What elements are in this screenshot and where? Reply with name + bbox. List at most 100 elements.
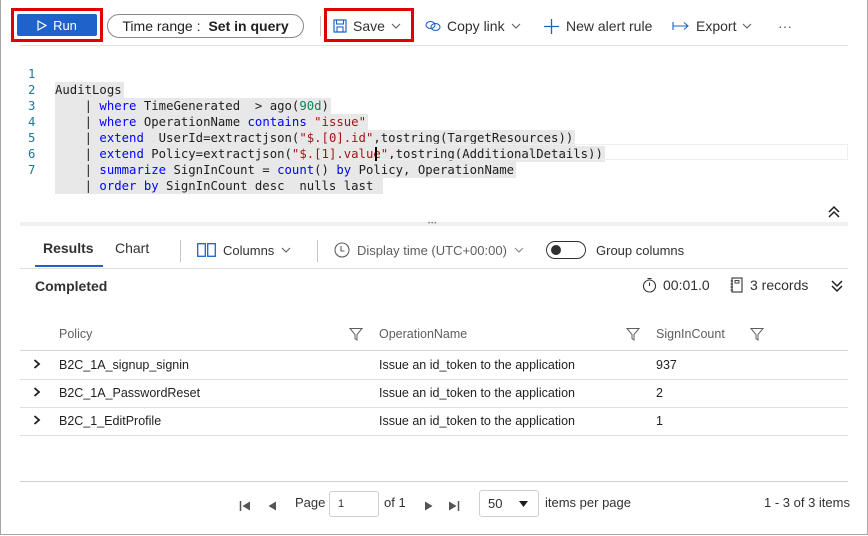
code-text: AuditLogs <box>55 82 124 98</box>
tab-results[interactable]: Results <box>43 240 94 256</box>
expand-row-icon[interactable] <box>32 414 42 426</box>
cell-count: 2 <box>656 386 663 400</box>
toolbar-divider-line <box>20 45 848 46</box>
dropdown-caret-icon <box>519 501 528 507</box>
chevron-down-icon <box>511 23 520 29</box>
plus-icon <box>544 18 559 34</box>
more-icon: ··· <box>778 18 792 34</box>
records-value: 3 records <box>750 277 809 293</box>
code-line: 6 | summarize SignInCount = count() by P… <box>20 130 517 178</box>
text-caret <box>375 147 377 161</box>
save-button[interactable]: Save <box>333 14 401 38</box>
cell-policy: B2C_1_EditProfile <box>59 414 162 428</box>
table-row[interactable]: B2C_1A_signup_signin Issue an id_token t… <box>20 351 848 380</box>
more-options-button[interactable]: ··· <box>778 14 792 38</box>
cell-policy: B2C_1A_PasswordReset <box>59 386 201 400</box>
query-duration: 00:01.0 <box>642 277 710 293</box>
new-alert-rule-label: New alert rule <box>566 18 653 34</box>
column-header-signincount[interactable]: SignInCount <box>656 327 725 341</box>
toolbar-divider <box>317 240 318 262</box>
columns-icon <box>197 243 216 257</box>
expand-row-icon[interactable] <box>32 358 42 370</box>
record-count: 3 records <box>730 277 808 293</box>
code-line: 1 AuditLogs <box>20 50 124 98</box>
page-number-input[interactable] <box>329 491 379 517</box>
records-icon <box>730 277 743 293</box>
code-line: 7 | order by SignInCount desc nulls last <box>20 146 383 194</box>
first-page-icon[interactable] <box>238 499 252 513</box>
pagination-bar: Page of 1 50 items per page 1 - 3 of 3 i… <box>0 482 868 534</box>
expand-results-icon[interactable] <box>830 279 844 293</box>
results-status-bar: Completed 00:01.0 3 records <box>20 270 848 302</box>
play-icon <box>37 19 48 31</box>
code-line: 2 | where TimeGenerated > ago(90d) <box>20 66 331 114</box>
code-line: 5 | extend Policy=extractjson("$.[1].val… <box>20 114 605 162</box>
page-label: Page <box>295 495 326 510</box>
cell-policy: B2C_1A_signup_signin <box>59 358 189 372</box>
columns-button[interactable]: Columns <box>197 240 291 260</box>
page-of-label: of 1 <box>384 495 406 510</box>
chevron-down-icon <box>514 247 524 253</box>
cell-operation: Issue an id_token to the application <box>379 358 575 372</box>
copy-link-label: Copy link <box>447 18 505 34</box>
duration-value: 00:01.0 <box>663 277 710 293</box>
collapse-editor-icon[interactable] <box>827 205 841 219</box>
link-icon <box>425 20 441 32</box>
export-button[interactable]: Export <box>672 14 752 38</box>
save-label: Save <box>353 18 385 34</box>
items-summary: 1 - 3 of 3 items <box>764 495 850 510</box>
splitter-grip-icon[interactable]: ••• <box>428 221 442 227</box>
code-text: | where TimeGenerated > ago(90d) <box>55 98 331 114</box>
display-time-dropdown[interactable]: Display time (UTC+00:00) <box>334 240 524 260</box>
run-button[interactable]: Run <box>17 14 97 36</box>
time-range-value: Set in query <box>208 18 289 34</box>
table-row[interactable]: B2C_1_EditProfile Issue an id_token to t… <box>20 407 848 436</box>
previous-page-icon[interactable] <box>265 499 279 513</box>
group-columns-label: Group columns <box>596 242 685 258</box>
export-label: Export <box>696 18 737 34</box>
per-page-value: 50 <box>488 496 503 511</box>
tab-chart[interactable]: Chart <box>115 240 149 256</box>
group-columns-toggle[interactable]: Group columns <box>546 240 684 260</box>
current-line-highlight <box>376 144 848 160</box>
expand-row-icon[interactable] <box>32 386 42 398</box>
time-range-label: Time range : <box>122 18 201 34</box>
cell-operation: Issue an id_token to the application <box>379 414 575 428</box>
last-page-icon[interactable] <box>447 499 461 513</box>
next-page-icon[interactable] <box>422 499 436 513</box>
toolbar-divider <box>180 240 181 262</box>
stopwatch-icon <box>642 277 657 293</box>
cell-count: 937 <box>656 358 677 372</box>
code-line: 3 | where OperationName contains "issue" <box>20 82 368 130</box>
code-text: | summarize SignInCount = count() by Pol… <box>55 162 517 178</box>
save-icon <box>333 19 347 33</box>
new-alert-rule-button[interactable]: New alert rule <box>543 14 652 38</box>
filter-icon[interactable] <box>626 327 640 341</box>
cell-operation: Issue an id_token to the application <box>379 386 575 400</box>
items-per-page-select[interactable]: 50 <box>479 490 539 517</box>
filter-icon[interactable] <box>349 327 363 341</box>
active-tab-indicator <box>35 265 103 267</box>
chevron-down-icon <box>281 247 291 253</box>
time-range-button[interactable]: Time range : Set in query <box>107 14 304 38</box>
code-text: | where OperationName contains "issue" <box>55 114 368 130</box>
query-toolbar: Run Time range : Set in query Save Copy … <box>0 0 868 48</box>
code-text: | order by SignInCount desc nulls last <box>55 178 383 194</box>
toolbar-divider <box>320 16 321 36</box>
query-status: Completed <box>35 278 108 294</box>
columns-label: Columns <box>223 242 275 258</box>
table-row[interactable]: B2C_1A_PasswordReset Issue an id_token t… <box>20 379 848 408</box>
toggle-switch[interactable] <box>546 241 586 259</box>
line-number: 7 <box>28 163 36 177</box>
display-time-label: Display time (UTC+00:00) <box>357 242 507 258</box>
chevron-down-icon <box>743 23 752 29</box>
copy-link-button[interactable]: Copy link <box>425 14 521 38</box>
table-header: Policy OperationName SignInCount <box>20 318 848 351</box>
filter-icon[interactable] <box>750 327 764 341</box>
column-header-policy[interactable]: Policy <box>59 327 92 341</box>
clock-icon <box>334 242 350 258</box>
results-toolbar: Results Chart Columns Display time (UTC+… <box>20 232 848 269</box>
column-header-operationname[interactable]: OperationName <box>379 327 467 341</box>
export-arrow-icon <box>672 22 689 30</box>
query-editor[interactable]: 1 AuditLogs 2 | where TimeGenerated > ag… <box>20 48 848 194</box>
